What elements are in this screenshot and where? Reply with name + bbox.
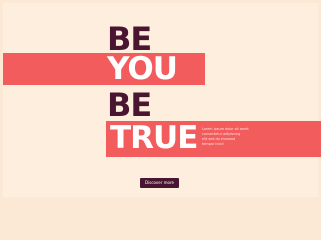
poster-frame: BE YOU BE TRUE Lorem ipsum dolor sit ame… <box>3 3 321 197</box>
discover-more-button[interactable]: Discover more <box>140 178 179 188</box>
caption-line: Lorem ipsum dolor sit amet <box>202 127 249 131</box>
hero-caption: Lorem ipsum dolor sit amet consectetur a… <box>202 127 262 147</box>
headline-word-be-second: BE <box>107 86 152 124</box>
caption-line: tempor incid <box>202 142 224 146</box>
caption-line: consectetur adipiscing <box>202 132 241 136</box>
caption-line: elit sed do eiusmod <box>202 137 236 141</box>
headline-word-you: YOU <box>107 51 178 87</box>
headline-word-true: TRUE <box>110 120 198 156</box>
